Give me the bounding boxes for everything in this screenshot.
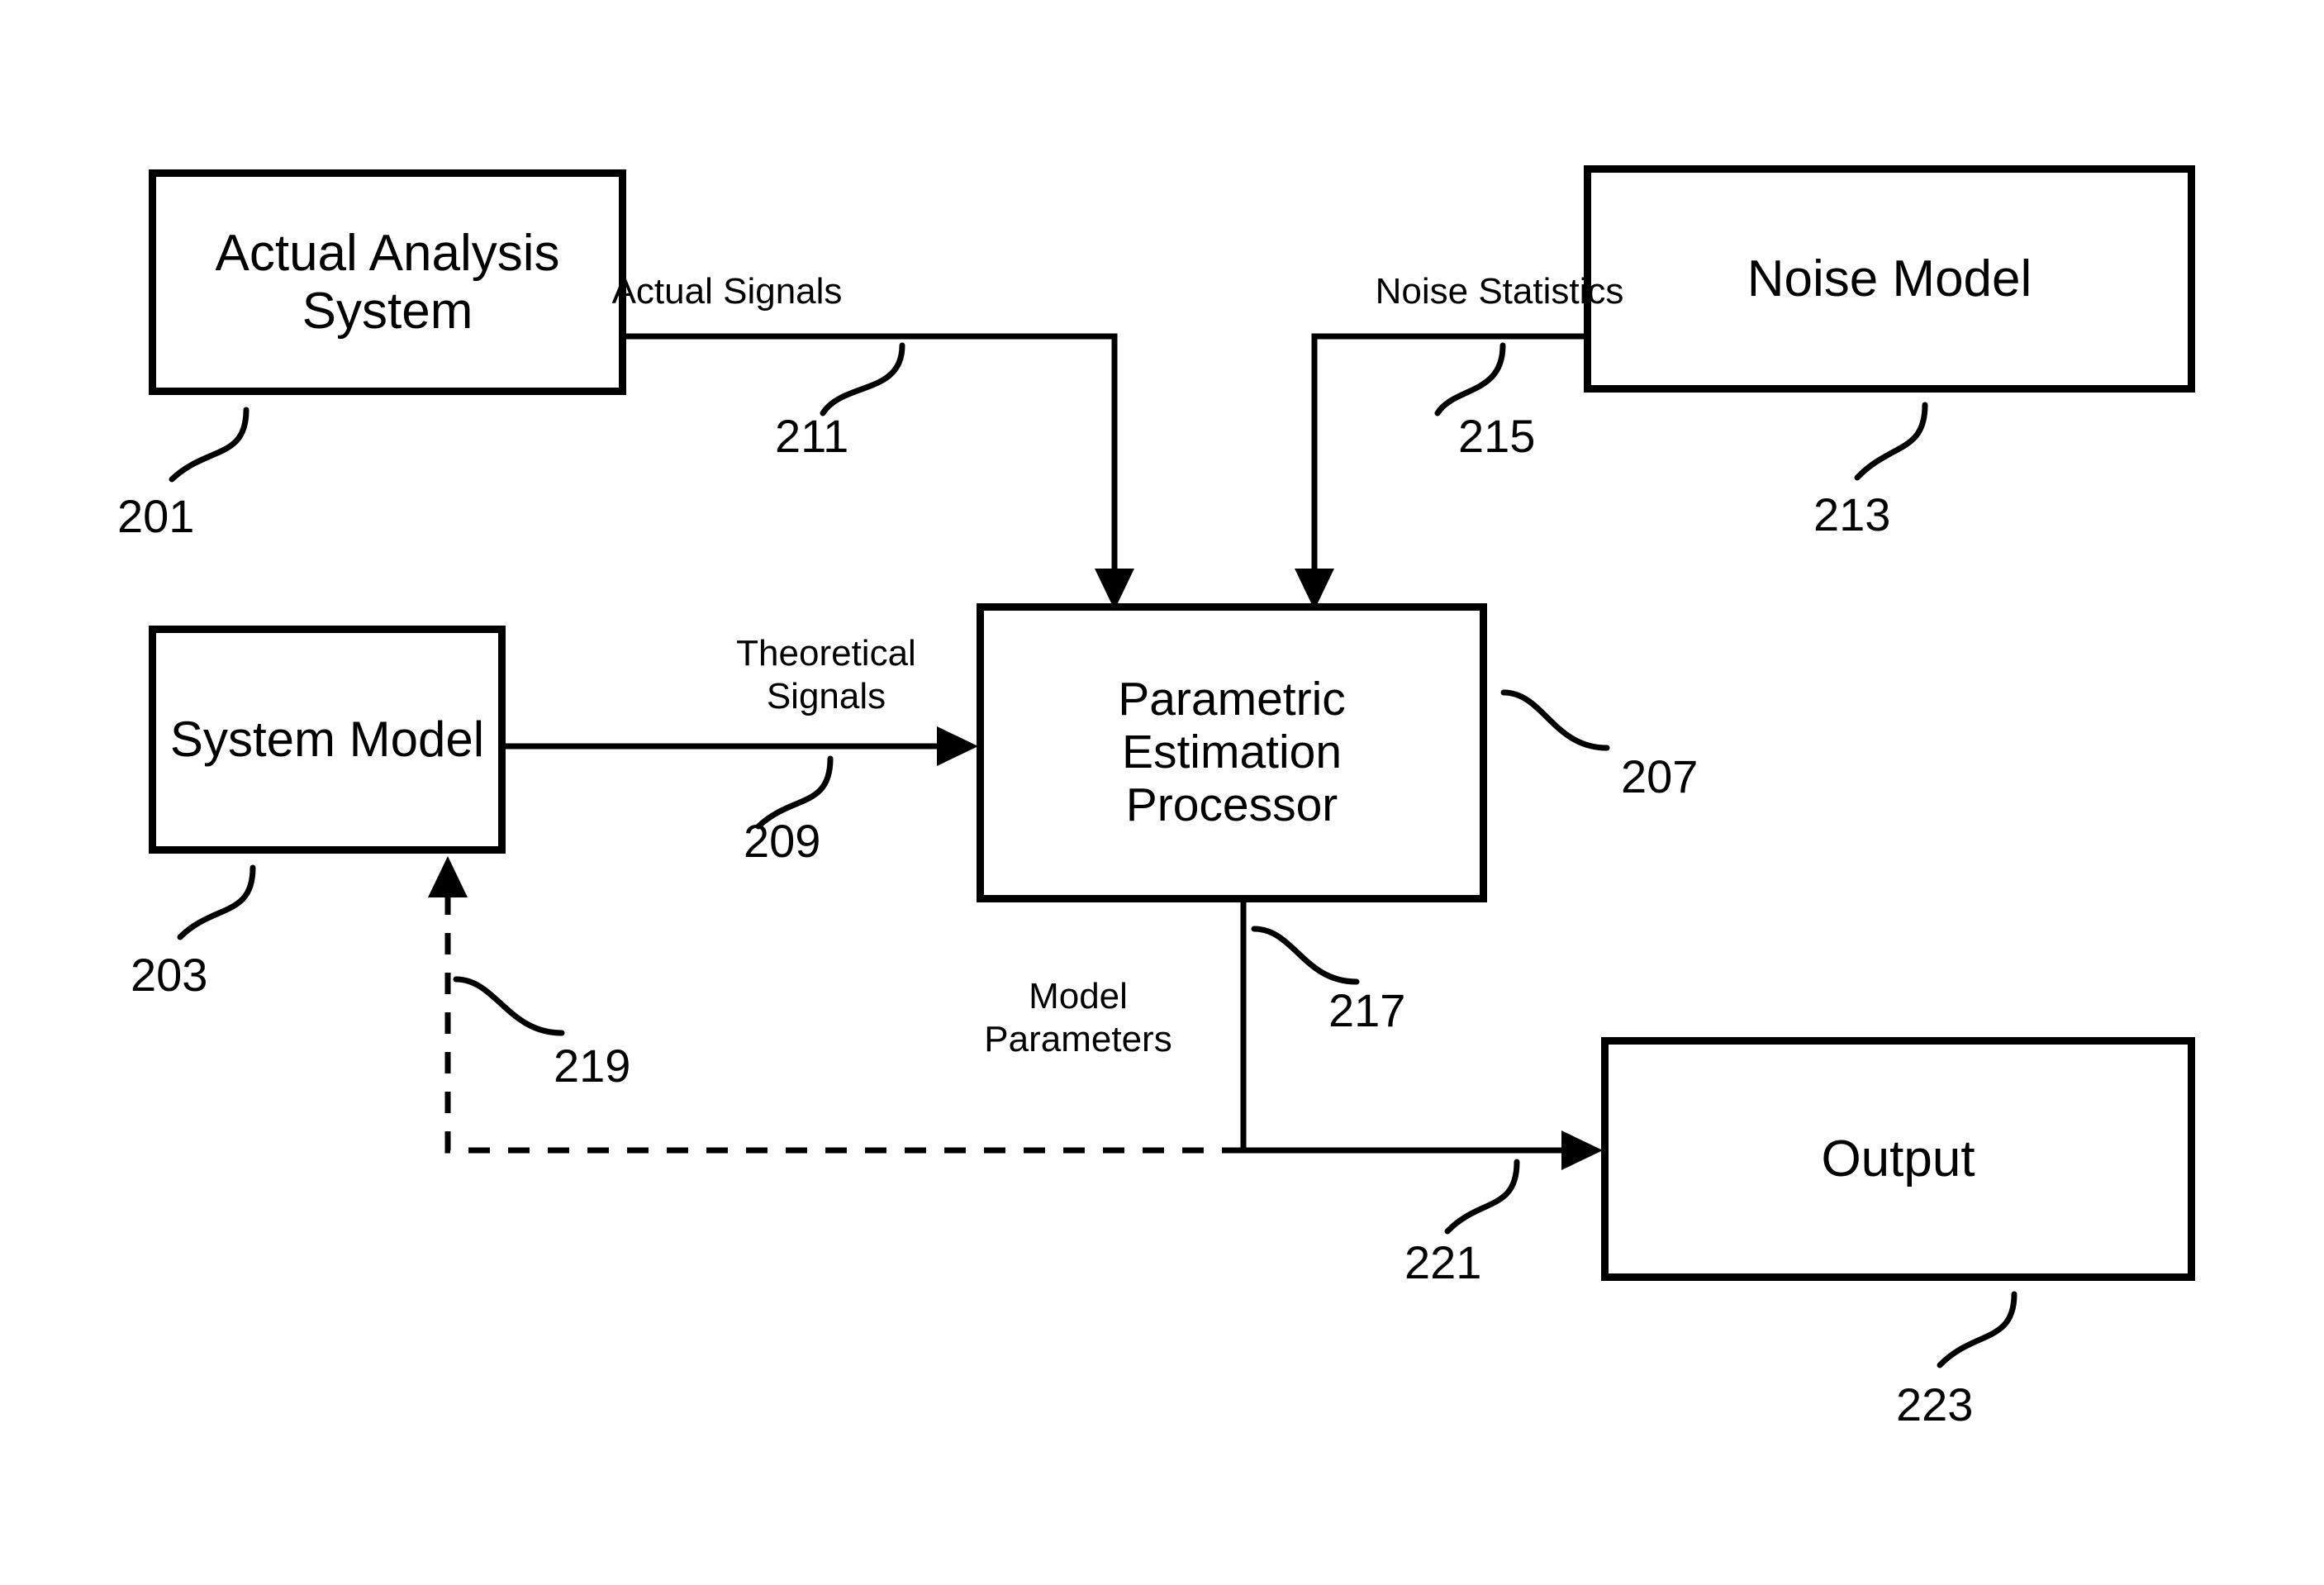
arrowhead-theoretical-signals xyxy=(937,726,978,766)
block-system-model[interactable]: System Model xyxy=(149,626,506,854)
leader-223 xyxy=(1937,1291,2017,1368)
leader-215 xyxy=(1434,342,1506,416)
block-actual-analysis-system-line1: Actual Analysis xyxy=(215,225,560,283)
arrowhead-output xyxy=(1561,1130,1603,1170)
reference-numeral-219: 219 xyxy=(554,1040,631,1092)
block-parametric-estimation-processor[interactable]: Parametric Estimation Processor xyxy=(977,603,1487,902)
block-pep-line1: Parametric xyxy=(1118,673,1346,726)
leader-207 xyxy=(1500,689,1610,751)
leader-201 xyxy=(169,407,250,483)
block-output[interactable]: Output xyxy=(1601,1037,2195,1281)
label-model-parameters: Model Parameters xyxy=(984,975,1172,1061)
reference-numeral-221: 221 xyxy=(1404,1236,1482,1288)
block-noise-model-label: Noise Model xyxy=(1747,250,2032,307)
label-model-parameters-line1: Model xyxy=(1029,976,1128,1016)
reference-numeral-217: 217 xyxy=(1328,984,1406,1036)
reference-numeral-203: 203 xyxy=(131,949,208,1001)
label-model-parameters-line2: Parameters xyxy=(984,1018,1172,1059)
wire-model-parameters xyxy=(1240,902,1581,1154)
leader-211 xyxy=(820,342,905,416)
leader-221 xyxy=(1444,1159,1520,1235)
leader-219 xyxy=(453,976,565,1036)
label-theoretical-signals: Theoretical Signals xyxy=(736,632,916,718)
wire-noise-statistics xyxy=(1311,333,1584,588)
block-system-model-label: System Model xyxy=(169,712,485,768)
reference-numeral-215: 215 xyxy=(1458,410,1536,462)
reference-numeral-211: 211 xyxy=(775,410,849,462)
block-pep-line2: Estimation xyxy=(1121,726,1343,779)
label-theoretical-signals-line2: Signals xyxy=(766,675,886,716)
reference-numeral-207: 207 xyxy=(1621,750,1699,802)
figure-canvas: Actual Analysis System Noise Model Syste… xyxy=(0,0,2324,1585)
reference-numeral-213: 213 xyxy=(1813,488,1891,540)
block-actual-analysis-system-line2: System xyxy=(302,282,473,340)
block-output-label: Output xyxy=(1821,1130,1975,1188)
leader-217 xyxy=(1251,926,1360,985)
leader-213 xyxy=(1854,402,1928,481)
label-noise-statistics: Noise Statistics xyxy=(1375,271,1624,312)
block-pep-line3: Processor xyxy=(1125,778,1338,831)
arrowhead-feedback xyxy=(428,856,468,897)
block-noise-model[interactable]: Noise Model xyxy=(1584,165,2195,393)
reference-numeral-201: 201 xyxy=(117,490,195,542)
label-theoretical-signals-line1: Theoretical xyxy=(736,633,916,674)
wire-actual-signals xyxy=(626,333,1118,588)
leader-203 xyxy=(177,864,256,940)
block-actual-analysis-system[interactable]: Actual Analysis System xyxy=(149,169,626,395)
reference-numeral-223: 223 xyxy=(1896,1378,1974,1430)
label-actual-signals: Actual Signals xyxy=(611,271,843,312)
reference-numeral-209: 209 xyxy=(744,815,821,867)
